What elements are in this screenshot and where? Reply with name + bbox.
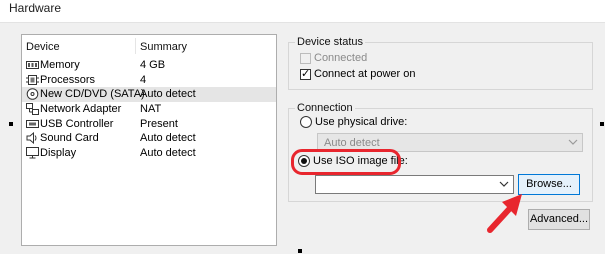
device-row-processors[interactable]: Processors 4 [22, 73, 276, 88]
list-header: Device Summary [22, 35, 276, 57]
device-name: New CD/DVD (SATA) [40, 88, 145, 101]
device-row-sound-card[interactable]: Sound Card Auto detect [22, 131, 276, 146]
usb-controller-icon [26, 118, 39, 130]
device-summary: Auto detect [140, 132, 196, 145]
advanced-button[interactable]: Advanced... [528, 209, 590, 230]
device-name: Network Adapter [40, 103, 122, 116]
device-summary: Auto detect [140, 88, 196, 101]
physical-drive-value: Auto detect [324, 137, 380, 149]
hardware-window: Hardware Device Summary Memory 4 GB Proc… [0, 0, 605, 254]
device-summary: Present [140, 117, 178, 130]
network-adapter-icon [26, 103, 39, 116]
use-physical-drive-label: Use physical drive: [315, 116, 408, 128]
window-title: Hardware [9, 1, 62, 15]
connected-label: Connected [314, 52, 368, 64]
checkmark-icon: ✓ [301, 68, 311, 80]
sound-card-icon [26, 132, 39, 145]
device-row-cd-dvd[interactable]: New CD/DVD (SATA) Auto detect [22, 87, 276, 103]
device-row-memory[interactable]: Memory 4 GB [22, 58, 276, 73]
selection-handle-right [600, 122, 604, 126]
device-row-network-adapter[interactable]: Network Adapter NAT [22, 102, 276, 117]
device-status-legend: Device status [295, 36, 366, 48]
device-list[interactable]: Device Summary Memory 4 GB Processors 4 [21, 34, 277, 246]
chevron-down-icon [568, 139, 578, 145]
device-summary: NAT [140, 103, 162, 116]
column-header-summary[interactable]: Summary [140, 41, 187, 53]
red-arrow-annotation [487, 194, 522, 233]
display-icon [26, 147, 39, 159]
device-name: USB Controller [40, 117, 114, 130]
connected-checkbox[interactable] [300, 53, 311, 64]
device-status-group: Device status [288, 36, 593, 90]
selection-handle-left [9, 122, 13, 126]
device-name: Display [40, 147, 77, 160]
connect-at-power-on-checkbox[interactable]: ✓ [300, 68, 311, 80]
device-row-usb-controller[interactable]: USB Controller Present [22, 117, 276, 132]
processor-icon [26, 74, 39, 86]
device-row-display[interactable]: Display Auto detect [22, 146, 276, 161]
device-summary: 4 [140, 73, 147, 86]
device-summary: Auto detect [140, 147, 196, 160]
highlight-circle [291, 149, 401, 175]
connect-at-power-on-label: Connect at power on [314, 68, 416, 80]
cd-dvd-icon [26, 88, 39, 101]
selection-handle-bottom [298, 249, 302, 253]
device-summary: 4 GB [140, 59, 166, 71]
use-physical-drive-radio[interactable] [300, 116, 312, 128]
connection-legend: Connection [295, 102, 355, 114]
memory-icon [26, 59, 39, 71]
column-divider[interactable] [135, 38, 136, 54]
title-bar: Hardware [0, 0, 605, 23]
device-name: Processors [40, 73, 96, 86]
device-name: Memory [40, 59, 80, 71]
column-header-device[interactable]: Device [26, 41, 60, 53]
device-rows: Memory 4 GB Processors 4 New CD/DVD (SAT… [22, 58, 276, 161]
device-name: Sound Card [40, 132, 99, 145]
